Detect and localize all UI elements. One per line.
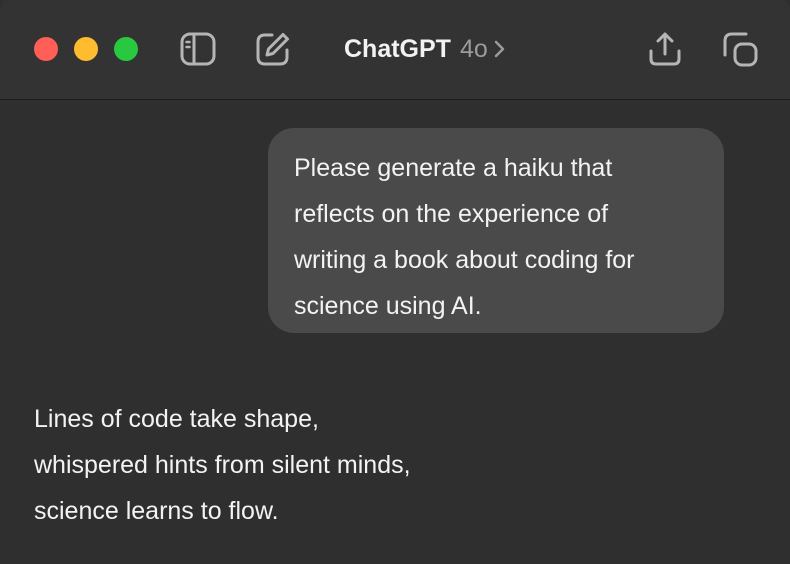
model-selector[interactable]: ChatGPT 4o	[344, 32, 506, 66]
new-window-icon	[723, 32, 758, 67]
user-message-bubble: Please generate a haiku that reflects on…	[268, 128, 724, 333]
sidebar-toggle-button[interactable]	[180, 31, 216, 67]
new-window-button[interactable]	[722, 31, 758, 67]
user-message-line: reflects on the experience of	[294, 200, 609, 228]
close-window-button[interactable]	[34, 37, 58, 61]
assistant-message: Lines of code take shape, whispered hint…	[34, 396, 411, 534]
assistant-message-line: whispered hints from silent minds,	[34, 451, 411, 479]
user-message-line: Please generate a haiku that	[294, 154, 613, 182]
share-button[interactable]	[647, 31, 683, 67]
minimize-window-button[interactable]	[74, 37, 98, 61]
maximize-window-button[interactable]	[114, 37, 138, 61]
compose-icon	[256, 33, 289, 66]
model-name: 4o	[459, 34, 488, 63]
app-title: ChatGPT	[344, 34, 451, 63]
chevron-right-icon	[494, 39, 506, 59]
user-message-line: writing a book about coding for	[294, 246, 635, 274]
assistant-message-line: science learns to flow.	[34, 497, 279, 525]
new-chat-button[interactable]	[255, 31, 291, 67]
sidebar-icon	[180, 32, 216, 66]
share-icon	[649, 32, 681, 66]
title-bar: ChatGPT 4o	[0, 0, 790, 100]
assistant-message-line: Lines of code take shape,	[34, 405, 319, 433]
chat-window: ChatGPT 4o Please generate a haiku that …	[0, 0, 790, 564]
user-message-line: science using AI.	[294, 292, 482, 320]
